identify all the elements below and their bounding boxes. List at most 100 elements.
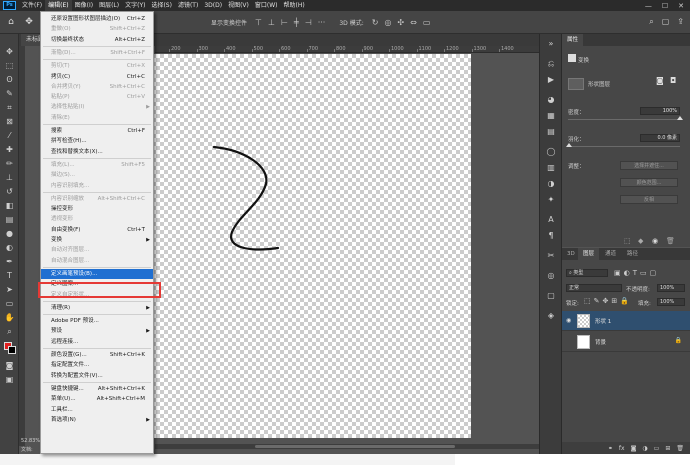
- pan-icon[interactable]: ✣: [397, 18, 404, 27]
- menu-item[interactable]: 清理(R) ▶: [41, 303, 153, 313]
- feather-slider-knob[interactable]: [566, 143, 572, 147]
- apply-mask-icon[interactable]: ◆: [638, 237, 643, 245]
- eraser-tool-icon[interactable]: ◧: [3, 200, 16, 211]
- menu-item[interactable]: 还原设置图形状图层描边(O) Ctrl+Z: [41, 14, 153, 24]
- horizontal-scrollbar[interactable]: [155, 444, 539, 449]
- maximize-button[interactable]: ☐: [662, 2, 668, 10]
- new-layer-icon[interactable]: ⊞: [665, 445, 670, 452]
- filter-icons[interactable]: ▣◐T▭▢: [614, 269, 659, 277]
- menu-image[interactable]: 图像(I): [72, 0, 96, 11]
- menu-item[interactable]: 自由变换(F) Ctrl+T: [41, 225, 153, 235]
- menu-item[interactable]: 工具栏...: [41, 405, 153, 415]
- visibility-icon[interactable]: ◉: [652, 237, 658, 245]
- close-button[interactable]: ✕: [678, 2, 684, 10]
- align-right-icon[interactable]: ⊣: [305, 18, 312, 27]
- invert-button[interactable]: 反相: [620, 195, 678, 204]
- learn-icon[interactable]: ◯: [545, 146, 557, 158]
- menu-select[interactable]: 选择(S): [148, 0, 175, 11]
- orbit-icon[interactable]: ↻: [372, 18, 379, 27]
- color-range-button[interactable]: 颜色范围...: [620, 178, 678, 187]
- density-input[interactable]: 100%: [640, 107, 680, 115]
- fill-input[interactable]: 100%: [657, 298, 685, 306]
- move-tool-icon[interactable]: ✥: [22, 15, 36, 29]
- history-icon[interactable]: ⎌: [545, 58, 557, 70]
- channels-icon[interactable]: ◎: [545, 270, 557, 282]
- layer-filter-select[interactable]: ⌕ 类型: [566, 269, 608, 277]
- collapse-icon[interactable]: »: [545, 38, 557, 50]
- search-icon[interactable]: ⌕: [649, 17, 653, 27]
- marquee-tool-icon[interactable]: ⬚: [3, 60, 16, 71]
- background-color-swatch[interactable]: [8, 346, 16, 354]
- menu-filter[interactable]: 滤镜(T): [175, 0, 201, 11]
- align-top-icon[interactable]: ⊤: [255, 18, 262, 27]
- load-selection-icon[interactable]: ⬚: [624, 237, 631, 245]
- group-icon[interactable]: ▭: [654, 445, 660, 452]
- menu-window[interactable]: 窗口(W): [252, 0, 281, 11]
- menu-item[interactable]: 键盘快捷键... Alt+Shift+Ctrl+K: [41, 384, 153, 394]
- crop-tool-icon[interactable]: ⌗: [3, 102, 16, 113]
- menu-item[interactable]: 拷贝(C) Ctrl+C: [41, 72, 153, 82]
- workspace-icon[interactable]: ▢: [662, 17, 670, 27]
- paths-icon[interactable]: ▢: [545, 290, 557, 302]
- swatches-icon[interactable]: ▦: [545, 110, 557, 122]
- blend-mode-select[interactable]: 正常: [566, 284, 622, 292]
- delete-mask-icon[interactable]: 🗑: [666, 237, 675, 245]
- healing-brush-tool-icon[interactable]: ✚: [3, 144, 16, 155]
- menu-item-define-brush-preset[interactable]: 定义画笔预设(B)...: [41, 268, 153, 279]
- menu-file[interactable]: 文件(F): [19, 0, 45, 11]
- trash-icon[interactable]: 🗑: [676, 445, 684, 452]
- adjustment-icon[interactable]: ◑: [642, 445, 647, 452]
- align-left-icon[interactable]: ⊢: [281, 18, 288, 27]
- menu-3d[interactable]: 3D(D): [201, 0, 225, 11]
- menu-item[interactable]: 查找和替换文本(X)...: [41, 147, 153, 157]
- history-brush-tool-icon[interactable]: ↺: [3, 186, 16, 197]
- scrollbar-thumb[interactable]: [255, 445, 455, 448]
- layer-name[interactable]: 背景: [595, 338, 606, 346]
- menu-item[interactable]: 菜单(U)... Alt+Shift+Ctrl+M: [41, 394, 153, 404]
- roll-icon[interactable]: ◎: [384, 18, 391, 27]
- path-select-tool-icon[interactable]: ➤: [3, 284, 16, 295]
- share-icon[interactable]: ⇪: [677, 17, 684, 27]
- add-mask-icon[interactable]: ◙: [631, 445, 637, 452]
- menu-item[interactable]: 拼写检查(H)...: [41, 136, 153, 146]
- align-center-icon[interactable]: ╪: [294, 18, 299, 27]
- quick-select-tool-icon[interactable]: ✎: [3, 88, 16, 99]
- lock-icons[interactable]: ⬚✎✥⊞🔒: [584, 297, 632, 305]
- screen-mode-icon[interactable]: ▣: [3, 374, 16, 385]
- density-slider[interactable]: [568, 119, 680, 120]
- vector-mask-icon[interactable]: ◘: [670, 76, 676, 85]
- camera-icon[interactable]: ▭: [423, 18, 431, 27]
- menu-item[interactable]: 转换为配置文件(V)...: [41, 371, 153, 381]
- show-transform-controls-label[interactable]: 显示变换控件: [211, 18, 247, 27]
- clone-stamp-tool-icon[interactable]: ⊥: [3, 172, 16, 183]
- menu-item[interactable]: 搜索 Ctrl+F: [41, 126, 153, 136]
- home-icon[interactable]: ⌂: [4, 15, 18, 29]
- menu-item[interactable]: 切换最终状态 Alt+Ctrl+Z: [41, 35, 153, 45]
- slide-icon[interactable]: ⇔: [410, 18, 417, 27]
- pen-tool-icon[interactable]: ✒: [3, 256, 16, 267]
- fx-icon[interactable]: fx: [619, 445, 625, 452]
- frame-tool-icon[interactable]: ⊠: [3, 116, 16, 127]
- more-icon[interactable]: ···: [318, 18, 326, 27]
- feather-input[interactable]: 0.0 像素: [640, 134, 680, 142]
- zoom-level[interactable]: 52.83%: [21, 438, 40, 444]
- shape-tool-icon[interactable]: ▭: [3, 298, 16, 309]
- add-mask-icon[interactable]: ◙: [656, 76, 664, 85]
- menu-item[interactable]: 远程连接...: [41, 337, 153, 347]
- zoom-tool-icon[interactable]: ⌕: [3, 326, 16, 337]
- tab-paths[interactable]: 路径: [622, 248, 643, 260]
- tab-channels[interactable]: 通道: [600, 248, 621, 260]
- actions-icon[interactable]: ▶: [545, 74, 557, 86]
- menu-edit[interactable]: 编辑(E): [45, 0, 72, 11]
- styles-icon[interactable]: ✦: [545, 194, 557, 206]
- document-canvas[interactable]: [148, 54, 471, 438]
- tools-icon[interactable]: ✂: [545, 250, 557, 262]
- gradient-tool-icon[interactable]: ▤: [3, 214, 16, 225]
- menu-item[interactable]: 变换 ▶: [41, 235, 153, 245]
- 3d-icon[interactable]: ◈: [545, 310, 557, 322]
- menu-view[interactable]: 视图(V): [225, 0, 252, 11]
- libraries-icon[interactable]: ▥: [545, 162, 557, 174]
- character-icon[interactable]: A: [545, 214, 557, 226]
- eyedropper-tool-icon[interactable]: ⁄: [3, 130, 16, 141]
- type-tool-icon[interactable]: T: [3, 270, 16, 281]
